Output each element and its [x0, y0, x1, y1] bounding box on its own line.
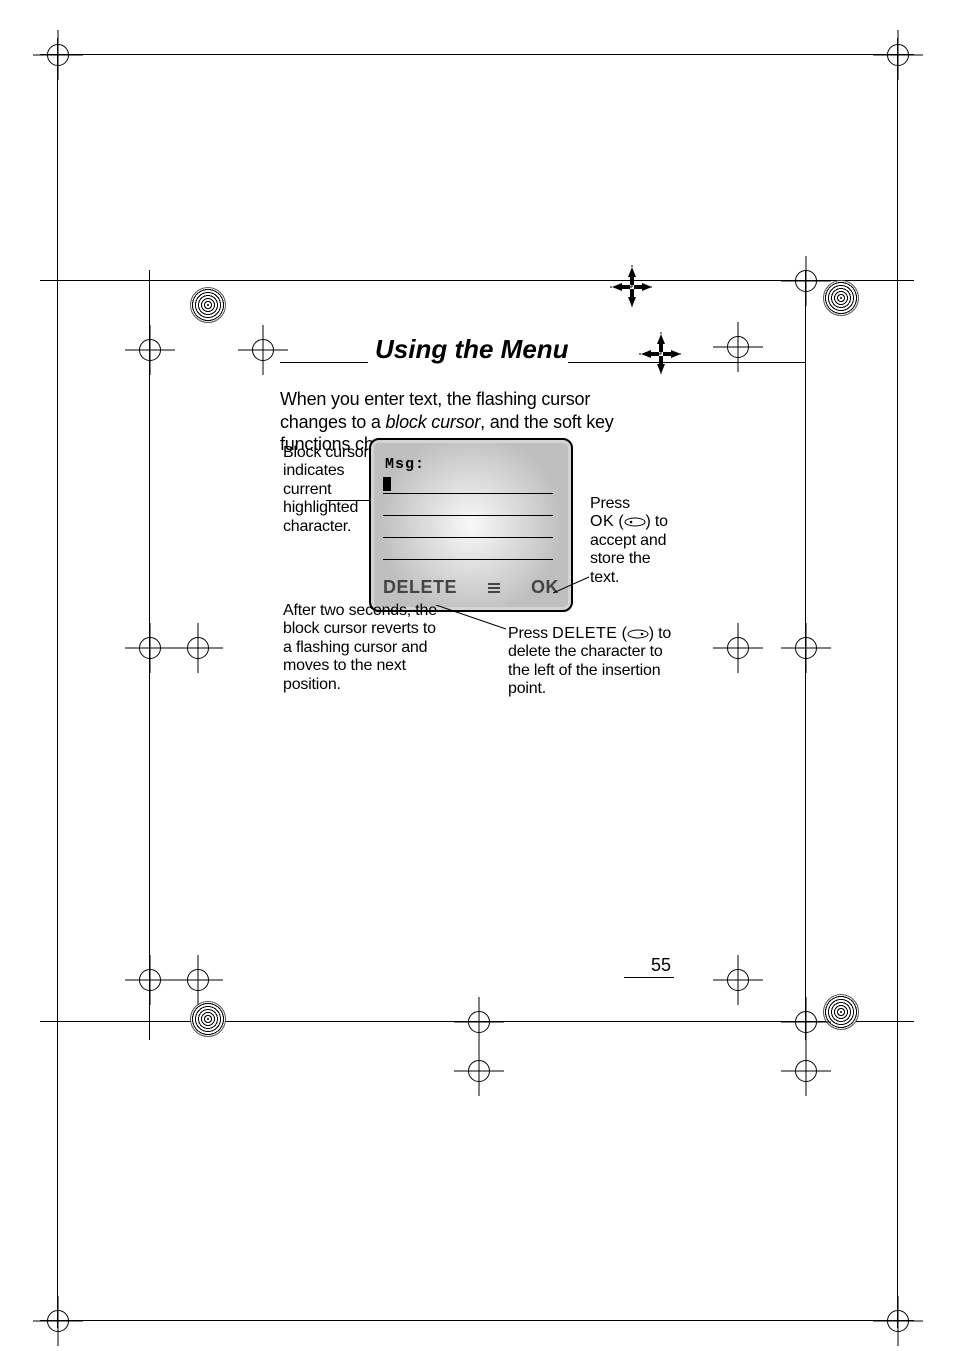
block-cursor	[383, 477, 391, 491]
reg-circle	[190, 287, 226, 323]
term-block-cursor: block cursor	[385, 412, 480, 432]
reg-cross	[873, 1296, 923, 1346]
rule	[568, 362, 806, 363]
callout-ok: Press OK () to accept and store the text…	[590, 495, 675, 587]
crop-line-top	[40, 54, 914, 55]
reg-cross	[173, 623, 223, 673]
ok-key-icon	[624, 517, 646, 527]
text: DELETE	[552, 625, 617, 642]
reg-cross	[713, 322, 763, 372]
reg-cross	[713, 955, 763, 1005]
reg-cross	[33, 30, 83, 80]
reg-cross	[781, 997, 831, 1047]
reg-cross	[238, 325, 288, 375]
screen-title: Msg:	[385, 456, 563, 473]
phone-screen: Msg: DELETE OK	[369, 438, 573, 612]
softkey-delete[interactable]: DELETE	[383, 577, 457, 598]
reg-circle	[190, 1001, 226, 1037]
reg-cross	[713, 623, 763, 673]
rule	[280, 362, 368, 363]
reg-cross	[173, 955, 223, 1005]
reg-cross	[125, 623, 175, 673]
crop-line-left-outer	[57, 38, 58, 1328]
delete-key-icon	[627, 629, 649, 639]
leader-line	[326, 500, 374, 501]
reg-cross	[781, 256, 831, 306]
leader-line	[553, 575, 593, 595]
reg-cross	[454, 1046, 504, 1096]
text: OK	[590, 513, 614, 530]
text: Press	[508, 625, 552, 642]
crop-line-right-outer	[897, 38, 898, 1328]
reg-cross	[781, 1046, 831, 1096]
reg-cross	[873, 30, 923, 80]
reg-cross	[33, 1296, 83, 1346]
callout-delete: Press DELETE () to delete the character …	[508, 625, 688, 699]
ornament-arrows	[610, 265, 654, 309]
leader-line	[432, 605, 512, 633]
callout-block-cursor: Block cursor indicates current highlight…	[283, 444, 373, 536]
page-number: 55	[651, 955, 671, 976]
reg-cross	[781, 623, 831, 673]
reg-cross	[125, 955, 175, 1005]
text: (	[614, 513, 623, 530]
crop-line-bottom	[40, 1320, 914, 1321]
page-number-rule	[624, 977, 674, 978]
page-heading: Using the Menu	[375, 334, 569, 365]
menu-icon[interactable]	[488, 581, 500, 595]
text: Press	[590, 495, 630, 512]
text: (	[617, 625, 626, 642]
callout-after-two-seconds: After two seconds, the block cursor reve…	[283, 602, 443, 694]
reg-cross	[454, 997, 504, 1047]
ornament-arrows	[639, 332, 683, 376]
reg-cross	[125, 325, 175, 375]
